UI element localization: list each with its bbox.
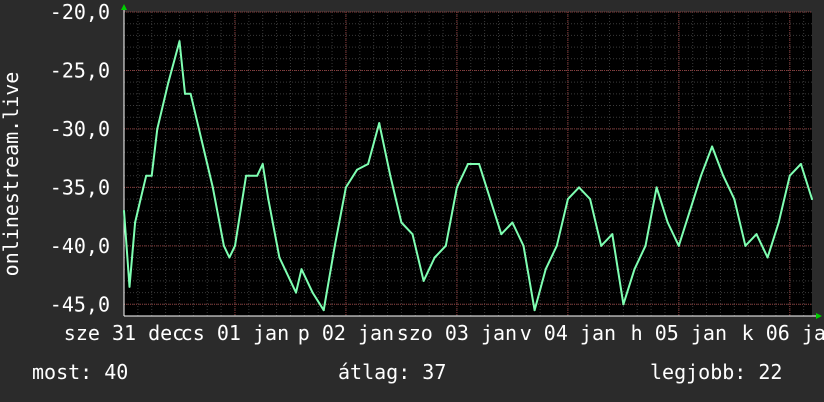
data-point <box>622 303 625 306</box>
data-point <box>145 174 148 177</box>
y-tick-label: -40,0 <box>50 234 110 258</box>
data-point <box>478 163 481 165</box>
data-point <box>267 198 270 201</box>
x-tick-label: p 02 jan <box>298 321 394 345</box>
data-point <box>688 209 691 212</box>
data-point <box>389 174 392 177</box>
data-point <box>233 244 236 247</box>
data-point <box>333 244 336 247</box>
data-point <box>589 198 592 201</box>
stat-average: átlag: 37 <box>338 360 447 384</box>
data-point <box>222 244 225 247</box>
data-point <box>655 186 658 189</box>
y-tick-label: -20,0 <box>50 0 110 24</box>
data-point <box>134 221 137 224</box>
data-point <box>666 221 669 224</box>
x-tick-label: cs 01 jan <box>181 321 289 345</box>
data-point <box>245 174 248 177</box>
data-point <box>178 40 181 43</box>
y-tick-label: -25,0 <box>50 58 110 82</box>
data-point <box>344 186 347 189</box>
stat-best: legjobb: 22 <box>650 360 783 384</box>
data-point <box>544 268 547 271</box>
data-point <box>722 174 725 177</box>
data-point <box>755 233 758 236</box>
data-point <box>677 244 680 247</box>
data-point <box>289 279 292 282</box>
chart: -20,0 -25,0 -30,0 -35,0 -40,0 -45,0 sze 31 dec… <box>0 0 824 402</box>
data-point <box>167 81 170 84</box>
chart-svg: -20,0 -25,0 -30,0 -35,0 -40,0 -45,0 sze 31 dec… <box>0 0 824 345</box>
data-point <box>200 139 203 142</box>
y-tick-label: -45,0 <box>50 292 110 316</box>
data-point <box>378 122 381 125</box>
data-point <box>733 198 736 201</box>
stat-current: most: 40 <box>32 360 129 384</box>
data-point <box>422 279 425 282</box>
data-point <box>184 92 187 95</box>
data-point <box>788 174 791 177</box>
data-point <box>500 233 503 236</box>
data-point <box>566 198 569 201</box>
data-point <box>799 163 802 165</box>
data-point <box>511 221 514 224</box>
data-point <box>150 174 153 177</box>
data-point <box>533 309 536 312</box>
data-point <box>261 163 264 165</box>
data-point <box>311 291 314 294</box>
data-point <box>777 221 780 224</box>
data-point <box>322 309 325 312</box>
data-point <box>433 256 436 259</box>
data-point <box>228 256 231 259</box>
data-point <box>600 244 603 247</box>
stats-bar: most: 40 átlag: 37 legjobb: 22 <box>0 360 824 390</box>
data-point <box>467 163 469 165</box>
data-point <box>367 163 370 165</box>
x-tick-label: v 04 jan <box>520 321 616 345</box>
data-point <box>295 291 297 294</box>
y-axis-arrow <box>121 4 127 10</box>
data-point <box>744 244 747 247</box>
x-tick-label: szo 03 jan <box>397 321 517 345</box>
data-point <box>489 198 492 201</box>
data-point <box>700 174 703 177</box>
data-point <box>256 174 259 177</box>
data-point <box>278 256 281 259</box>
data-point <box>444 244 447 247</box>
x-tick-label: sze 31 dec <box>64 321 184 345</box>
data-point <box>711 145 714 148</box>
data-point <box>555 244 558 247</box>
data-point <box>400 221 403 224</box>
data-point <box>128 285 131 288</box>
data-point <box>300 268 303 271</box>
data-point <box>123 209 125 212</box>
data-point <box>156 127 159 130</box>
data-point <box>411 233 414 236</box>
data-point <box>766 256 769 259</box>
x-tick-label: k 06 jan <box>742 321 824 345</box>
x-tick-label: h 05 jan <box>631 321 727 345</box>
x-axis-arrow <box>816 313 822 319</box>
data-point <box>356 168 359 171</box>
data-point <box>611 233 614 236</box>
data-point <box>577 186 580 189</box>
y-tick-label: -30,0 <box>50 117 110 141</box>
data-point <box>211 186 214 189</box>
data-point <box>139 198 142 201</box>
data-point <box>522 244 525 247</box>
data-point <box>811 198 813 201</box>
data-point <box>644 244 647 247</box>
y-axis-label: onlinestream.live <box>0 72 23 277</box>
y-tick-label: -35,0 <box>50 175 110 199</box>
data-point <box>455 186 458 189</box>
data-point <box>189 92 192 95</box>
data-point <box>633 268 636 271</box>
